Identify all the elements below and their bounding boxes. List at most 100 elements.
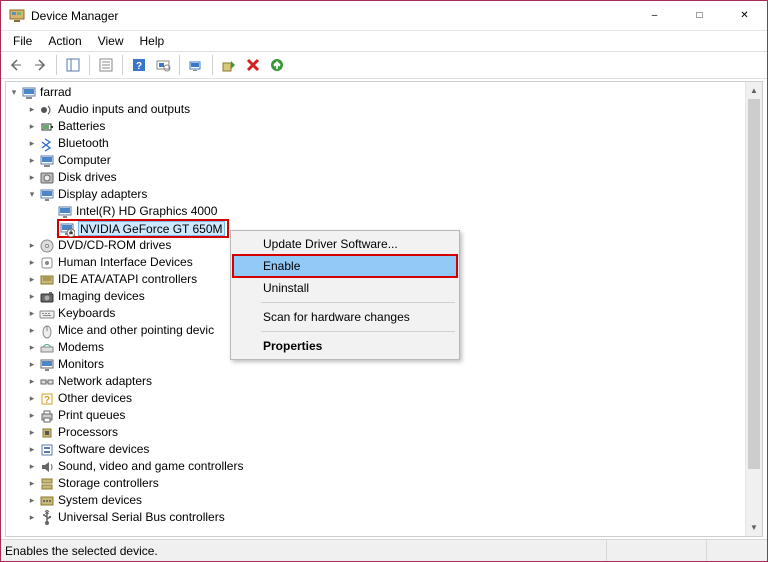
tree-category-network[interactable]: ▸ Network adapters bbox=[8, 373, 762, 390]
tree-category-other[interactable]: ▸? Other devices bbox=[8, 390, 762, 407]
tree-category-display[interactable]: ▾ Display adapters bbox=[8, 186, 762, 203]
keyboard-icon bbox=[39, 306, 55, 322]
menu-file[interactable]: File bbox=[5, 32, 40, 50]
menu-action[interactable]: Action bbox=[40, 32, 89, 50]
scroll-thumb[interactable] bbox=[748, 99, 760, 469]
help-button[interactable]: ? bbox=[128, 54, 150, 76]
chevron-right-icon[interactable]: ▸ bbox=[26, 461, 38, 473]
app-icon bbox=[9, 8, 25, 24]
tree-category-print[interactable]: ▸Print queues bbox=[8, 407, 762, 424]
ctx-properties[interactable]: Properties bbox=[233, 335, 457, 357]
close-button[interactable]: ✕ bbox=[722, 1, 767, 30]
menu-help[interactable]: Help bbox=[132, 32, 173, 50]
chevron-right-icon[interactable]: ▸ bbox=[26, 410, 38, 422]
chevron-right-icon[interactable]: ▸ bbox=[26, 308, 38, 320]
display-icon bbox=[57, 204, 73, 220]
chevron-right-icon[interactable]: ▸ bbox=[26, 359, 38, 371]
tree-category-battery[interactable]: ▸Batteries bbox=[8, 118, 762, 135]
chevron-right-icon[interactable]: ▸ bbox=[26, 240, 38, 252]
dvd-icon bbox=[39, 238, 55, 254]
toolbar-separator bbox=[56, 55, 57, 75]
tree-node-label: Modems bbox=[58, 339, 104, 356]
ctx-scan-hardware[interactable]: Scan for hardware changes bbox=[233, 306, 457, 328]
tree-category-audio[interactable]: ▸Audio inputs and outputs bbox=[8, 101, 762, 118]
chevron-down-icon[interactable]: ▾ bbox=[8, 87, 20, 99]
network-icon bbox=[39, 374, 55, 390]
uninstall-button[interactable] bbox=[242, 54, 264, 76]
chevron-right-icon[interactable]: ▸ bbox=[26, 274, 38, 286]
status-cell-3 bbox=[707, 540, 767, 561]
forward-button[interactable] bbox=[29, 54, 51, 76]
minimize-button[interactable]: – bbox=[632, 1, 677, 30]
scroll-down-button[interactable]: ▼ bbox=[746, 519, 762, 536]
print-icon bbox=[39, 408, 55, 424]
tree-category-disk[interactable]: ▸Disk drives bbox=[8, 169, 762, 186]
chevron-right-icon[interactable]: ▸ bbox=[26, 393, 38, 405]
window-controls: – □ ✕ bbox=[632, 1, 767, 30]
menu-view[interactable]: View bbox=[90, 32, 132, 50]
disk-icon bbox=[39, 170, 55, 186]
sound-icon bbox=[39, 459, 55, 475]
tree-root[interactable]: ▾farrad bbox=[8, 84, 762, 101]
window-title: Device Manager bbox=[31, 9, 632, 23]
chevron-right-icon[interactable]: ▸ bbox=[26, 138, 38, 150]
computer-icon bbox=[21, 85, 37, 101]
tree-category-storage[interactable]: ▸Storage controllers bbox=[8, 475, 762, 492]
enable-button[interactable] bbox=[218, 54, 240, 76]
maximize-button[interactable]: □ bbox=[677, 1, 722, 30]
toolbar-separator bbox=[122, 55, 123, 75]
tree-category-processor[interactable]: ▸Processors bbox=[8, 424, 762, 441]
chevron-right-icon[interactable]: ▸ bbox=[26, 121, 38, 133]
tree-node-label: Display adapters bbox=[58, 186, 147, 203]
ctx-uninstall[interactable]: Uninstall bbox=[233, 277, 457, 299]
tree-category-sound[interactable]: ▸Sound, video and game controllers bbox=[8, 458, 762, 475]
modem-icon bbox=[39, 340, 55, 356]
chevron-right-icon[interactable]: ▸ bbox=[26, 495, 38, 507]
chevron-right-icon[interactable]: ▸ bbox=[26, 291, 38, 303]
tree-category-system[interactable]: ▸System devices bbox=[8, 492, 762, 509]
chevron-right-icon[interactable]: ▸ bbox=[26, 155, 38, 167]
svg-text:?: ? bbox=[44, 395, 50, 406]
other-icon: ? bbox=[39, 391, 55, 407]
chevron-right-icon[interactable]: ▸ bbox=[26, 257, 38, 269]
tree-node-label: Other devices bbox=[58, 390, 132, 407]
toolbar-separator bbox=[179, 55, 180, 75]
tree-node-label: IDE ATA/ATAPI controllers bbox=[58, 271, 197, 288]
chevron-right-icon[interactable]: ▸ bbox=[26, 172, 38, 184]
ctx-update-driver[interactable]: Update Driver Software... bbox=[233, 233, 457, 255]
display-icon bbox=[39, 187, 55, 203]
tree-node-label: Network adapters bbox=[58, 373, 152, 390]
tree-device[interactable]: Intel(R) HD Graphics 4000 bbox=[8, 203, 762, 220]
tree-category-bluetooth[interactable]: ▸Bluetooth bbox=[8, 135, 762, 152]
chevron-right-icon[interactable]: ▸ bbox=[26, 376, 38, 388]
tree-node-label: Intel(R) HD Graphics 4000 bbox=[76, 203, 217, 220]
computer-icon bbox=[39, 153, 55, 169]
chevron-right-icon[interactable]: ▸ bbox=[26, 342, 38, 354]
update-driver-button[interactable] bbox=[185, 54, 207, 76]
chevron-right-icon[interactable]: ▸ bbox=[26, 478, 38, 490]
chevron-right-icon[interactable]: ▸ bbox=[26, 512, 38, 524]
properties-button[interactable] bbox=[95, 54, 117, 76]
scan-hardware-button[interactable] bbox=[152, 54, 174, 76]
chevron-right-icon[interactable]: ▸ bbox=[26, 427, 38, 439]
back-button[interactable] bbox=[5, 54, 27, 76]
toolbar-separator bbox=[212, 55, 213, 75]
scan-changes-button[interactable] bbox=[266, 54, 288, 76]
vertical-scrollbar[interactable]: ▲ ▼ bbox=[745, 82, 762, 536]
chevron-down-icon[interactable]: ▾ bbox=[26, 189, 38, 201]
ide-icon bbox=[39, 272, 55, 288]
hid-icon bbox=[39, 255, 55, 271]
chevron-right-icon[interactable]: ▸ bbox=[26, 325, 38, 337]
usb-icon bbox=[39, 510, 55, 526]
tree-category-computer[interactable]: ▸Computer bbox=[8, 152, 762, 169]
ctx-enable[interactable]: Enable bbox=[233, 255, 457, 277]
chevron-right-icon[interactable]: ▸ bbox=[26, 444, 38, 456]
chevron-right-icon[interactable]: ▸ bbox=[26, 104, 38, 116]
toolbar: ? bbox=[1, 51, 767, 79]
tree-category-software[interactable]: ▸Software devices bbox=[8, 441, 762, 458]
show-hide-tree-button[interactable] bbox=[62, 54, 84, 76]
tree-node-label: NVIDIA GeForce GT 650M bbox=[78, 221, 225, 236]
tree-category-usb[interactable]: ▸Universal Serial Bus controllers bbox=[8, 509, 762, 526]
scroll-up-button[interactable]: ▲ bbox=[746, 82, 762, 99]
bluetooth-icon bbox=[39, 136, 55, 152]
